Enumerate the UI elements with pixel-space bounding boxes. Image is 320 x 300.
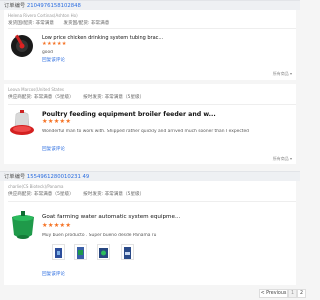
order-id-link[interactable]: 2104976158102848 — [27, 3, 81, 9]
divider — [8, 28, 296, 29]
goat-water-bowl-thumbnail[interactable] — [8, 209, 38, 245]
page-2-button[interactable]: 2 — [297, 289, 306, 298]
star-rating: ★★★★★ — [42, 41, 67, 47]
order-header: 订单编号 1554961280010231 49 — [0, 171, 300, 181]
divider — [8, 201, 296, 202]
order-label: 订单编号 — [4, 3, 26, 9]
order-label: 订单编号 — [4, 174, 26, 180]
product-title-link[interactable]: Poultry feeding equipment broiler feeder… — [42, 111, 292, 118]
rating-summary: 供应商配货: 非常满意（5星级） 按时发货: 非常满意（5星级） — [8, 192, 145, 197]
product-image — [8, 108, 36, 138]
review-photo[interactable] — [74, 244, 87, 260]
order-header: 订单编号 2104976158102848 — [0, 0, 300, 10]
review-card: Leova Marcos(United States 供应商配货: 非常满意（5… — [4, 84, 296, 164]
reply-review-link[interactable]: 回复该评论 — [42, 271, 65, 277]
product-title-link[interactable]: Goat farming water automatic system equi… — [42, 214, 292, 220]
star-rating: ★★★★★ — [42, 222, 72, 229]
review-card: charlie(CS Bioteck)/Panama 供应商配货: 非常满意（5… — [4, 181, 296, 285]
buyer-name: Helena Rivero Cortinas(Ashton Ho) — [8, 13, 78, 18]
product-image — [8, 32, 36, 60]
previous-page-button[interactable]: < Previous — [259, 289, 288, 298]
all-products-link[interactable]: 所有商品 ▾ — [273, 71, 292, 77]
all-products-link[interactable]: 所有商品 ▾ — [273, 156, 292, 162]
product-title-link[interactable]: Low price chicken drinking system tubing… — [42, 35, 232, 41]
chicken-drinker-thumbnail[interactable] — [8, 32, 36, 60]
reply-review-link[interactable]: 回复该评论 — [42, 57, 65, 63]
review-photo[interactable] — [97, 244, 110, 260]
review-text: good — [42, 50, 53, 55]
buyer-name: charlie(CS Bioteck)/Panama — [8, 184, 64, 189]
divider — [8, 104, 296, 105]
review-photo[interactable] — [52, 244, 65, 260]
buyer-name: Leova Marcos(United States — [8, 87, 64, 92]
product-image — [8, 209, 38, 245]
rating-summary: 发货国/配货: 非常满意 发货国/配货: 非常满意 — [8, 21, 110, 26]
reply-review-link[interactable]: 回复该评论 — [42, 146, 65, 152]
order-id-link[interactable]: 1554961280010231 49 — [27, 174, 89, 180]
page-1-button[interactable]: 1 — [288, 289, 297, 298]
rating-summary: 供应商配货: 非常满意（5星级） 按时发货: 非常满意（5星级） — [8, 95, 145, 100]
review-card: Helena Rivero Cortinas(Ashton Ho) 发货国/配货… — [4, 10, 296, 80]
review-photo[interactable] — [121, 244, 134, 260]
star-rating: ★★★★★ — [42, 118, 72, 125]
review-text: Muy buen producto . Super bueno desde Pa… — [42, 233, 157, 238]
poultry-feeder-thumbnail[interactable] — [8, 108, 36, 138]
chevron-down-icon: ▾ — [289, 156, 292, 161]
chevron-down-icon: ▾ — [289, 71, 292, 76]
review-text: Wonderful man to work with. Shipped rath… — [42, 129, 249, 134]
